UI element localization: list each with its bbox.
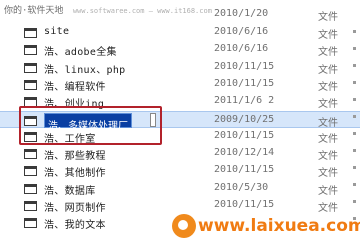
list-item[interactable]: 浩、编程软件 2010/11/15 文件 (0, 76, 360, 93)
file-type: 文件 (318, 47, 338, 59)
scrollbar-dot (353, 132, 356, 135)
scrollbar-dot (353, 64, 356, 67)
date-modified: 2010/11/15 (214, 164, 275, 176)
list-item-partial[interactable]: 2010/1/20 文件 (0, 6, 360, 23)
list-item[interactable]: 浩、adobe全集 2010/6/16 文件 (0, 41, 360, 58)
scrollbar-dot (353, 166, 356, 169)
watermark-logo-icon (172, 214, 196, 238)
file-name: 浩、我的文本 (44, 220, 106, 232)
file-name: 浩、网页制作 (44, 203, 106, 214)
list-item[interactable]: 浩、工作室 2010/11/15 文件 (0, 128, 360, 145)
rename-input[interactable]: 浩、多媒体处理厂 (44, 112, 132, 132)
date-modified: 2010/11/15 (214, 77, 275, 89)
scrollbar-dot (353, 149, 356, 152)
scrollbar-dot (353, 30, 356, 33)
list-item[interactable]: 浩、那些教程 2010/12/14 文件 (0, 145, 360, 162)
file-name: 浩、其他制作 (44, 168, 106, 180)
date-modified: 2010/6/16 (214, 43, 269, 55)
folder-icon (24, 115, 37, 126)
folder-icon (24, 183, 37, 194)
list-item[interactable]: site 2010/6/16 文件 (0, 24, 360, 41)
date-modified: 2010/12/14 (214, 147, 275, 159)
date-modified: 2010/11/15 (214, 199, 275, 210)
date-modified: 2010/11/15 (214, 129, 275, 141)
file-name: 浩、linux、php (44, 64, 126, 76)
folder-icon (24, 131, 37, 142)
scrollbar-dot (353, 98, 356, 101)
file-type: 文件 (318, 133, 338, 145)
watermark-bottom-text: www.laixuea.com (198, 216, 360, 236)
date-modified: 2010/1/20 (214, 8, 269, 19)
file-name: 浩、创业ing (44, 99, 105, 111)
file-name: 浩、adobe全集 (44, 47, 117, 59)
file-name: site (44, 26, 70, 37)
date-modified: 2011/1/6 2 (214, 95, 275, 107)
date-modified: 2009/10/25 (214, 113, 275, 125)
file-type: 文件 (318, 168, 338, 180)
file-name: 浩、那些教程 (44, 151, 106, 163)
scrollbar-dot (353, 115, 356, 118)
folder-icon (24, 62, 37, 73)
scrollbar-dot (353, 81, 356, 84)
folder-icon (24, 201, 37, 211)
file-explorer-list: 你的·软件天地 www.softwaree.com — www.it168.co… (0, 0, 360, 240)
folder-icon (24, 166, 37, 177)
list-item[interactable]: 浩、数据库 2010/5/30 文件 (0, 180, 360, 197)
file-name: 浩、数据库 (44, 185, 96, 197)
file-type: 文件 (318, 99, 338, 111)
folder-icon (24, 45, 37, 56)
file-type: 文件 (318, 30, 338, 41)
file-type: 文件 (318, 81, 338, 93)
folder-icon (24, 79, 37, 90)
file-type: 文件 (318, 117, 338, 129)
list-item[interactable]: 浩、linux、php 2010/11/15 文件 (0, 59, 360, 76)
folder-icon (24, 218, 37, 229)
date-modified: 2010/11/15 (214, 60, 275, 72)
file-name: 浩、编程软件 (44, 81, 106, 93)
scrollbar-track[interactable] (350, 24, 360, 240)
file-type: 文件 (318, 151, 338, 163)
list-item[interactable]: 浩、其他制作 2010/11/15 文件 (0, 162, 360, 179)
file-type: 文件 (318, 12, 338, 23)
file-type: 文件 (318, 64, 338, 76)
folder-icon (24, 28, 37, 38)
list-item-selected[interactable]: 浩、多媒体处理厂 2009/10/25 文件 (0, 110, 360, 132)
file-name: 浩、工作室 (44, 133, 96, 145)
file-type: 文件 (318, 185, 338, 197)
list-item[interactable]: 浩、创业ing 2011/1/6 2 文件 (0, 93, 360, 110)
date-modified: 2010/6/16 (214, 26, 269, 37)
folder-icon (24, 97, 37, 108)
date-modified: 2010/5/30 (214, 181, 269, 193)
scrollbar-dot (353, 183, 356, 186)
folder-icon (24, 149, 37, 160)
scrollbar-dot (353, 200, 356, 203)
text-caret (150, 112, 156, 127)
scrollbar-dot (353, 47, 356, 50)
watermark-bottom: www.laixuea.com (172, 212, 360, 240)
